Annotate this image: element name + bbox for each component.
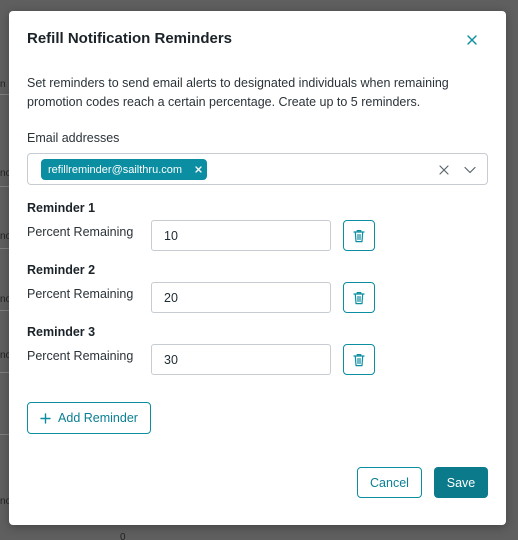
trash-icon [353,291,365,304]
email-chip: refillreminder@sailthru.com [41,159,208,180]
delete-reminder-button[interactable] [343,282,375,313]
reminder-heading: Reminder 3 [27,325,96,339]
add-reminder-button[interactable]: Add Reminder [27,402,151,434]
percent-remaining-input[interactable] [151,344,331,375]
email-addresses-select[interactable]: refillreminder@sailthru.com [27,153,488,185]
percent-remaining-label: Percent Remaining [27,287,134,301]
percent-remaining-input[interactable] [151,220,331,251]
plus-icon [40,412,51,424]
reminder-heading: Reminder 1 [27,201,96,215]
close-icon [467,35,477,45]
background-divider [0,434,9,435]
reminder-heading: Reminder 2 [27,263,96,277]
chevron-down-icon[interactable] [463,164,477,176]
background-divider [0,372,9,373]
email-chip-label: refillreminder@sailthru.com [48,163,183,176]
background-fragment: 0 [120,532,126,540]
percent-remaining-label: Percent Remaining [27,225,134,239]
add-reminder-label: Add Reminder [58,411,138,425]
dialog-description: Set reminders to send email alerts to de… [27,76,449,109]
background-divider [0,94,9,95]
close-button[interactable] [462,30,482,50]
background-divider [0,186,9,187]
percent-remaining-label: Percent Remaining [27,349,134,363]
email-field-label: Email addresses [27,131,120,145]
delete-reminder-button[interactable] [343,344,375,375]
delete-reminder-button[interactable] [343,220,375,251]
chip-remove-button[interactable] [195,166,202,173]
percent-remaining-input[interactable] [151,282,331,313]
trash-icon [353,353,365,366]
close-icon [195,166,202,173]
trash-icon [353,229,365,242]
background-fragment: n [0,79,6,90]
clear-selection-icon[interactable] [438,164,450,176]
background-divider [0,248,9,249]
dialog-title: Refill Notification Reminders [27,30,233,47]
background-divider [0,310,9,311]
save-button[interactable]: Save [434,467,488,498]
refill-reminders-dialog: Refill Notification Reminders Set remind… [9,11,506,525]
cancel-button[interactable]: Cancel [357,467,422,498]
